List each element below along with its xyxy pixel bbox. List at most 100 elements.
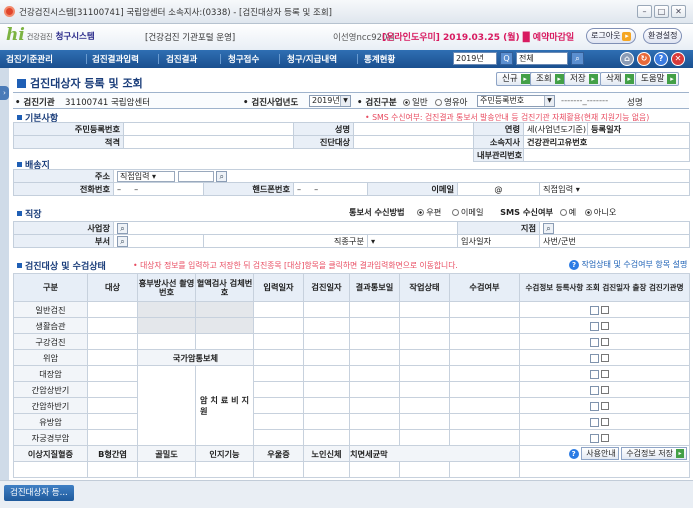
calendar-icon[interactable] xyxy=(590,401,599,411)
target-cell[interactable] xyxy=(87,413,138,430)
target-cell[interactable] xyxy=(87,381,138,398)
target-cell[interactable] xyxy=(87,429,138,446)
address-type-select[interactable]: 직접입력 ▾ xyxy=(117,170,175,182)
menu-item-result-input[interactable]: 검진결과입력 xyxy=(92,53,139,65)
taskbar-tab-exam-registration[interactable]: 검진대상자 등... xyxy=(4,485,74,501)
join-date-cell[interactable]: 입사일자 xyxy=(457,234,540,248)
calendar-icon[interactable] xyxy=(590,353,599,363)
calendar-icon[interactable] xyxy=(590,433,599,443)
table-row[interactable]: 구강검진 xyxy=(13,333,690,350)
exam-type-infant-option[interactable]: 영유아 xyxy=(435,96,467,108)
dept-field[interactable]: ⌕ xyxy=(113,234,204,248)
exam-year-select[interactable]: 2019년 ▼ xyxy=(309,95,351,107)
notice-email-option[interactable]: 이메일 xyxy=(451,207,484,217)
table-row[interactable]: 자궁경부암 xyxy=(13,429,690,446)
id-type-select[interactable]: 주민등록번호 ▼ xyxy=(477,95,555,107)
menu-item-results[interactable]: 검진결과 xyxy=(166,53,197,65)
checkbox[interactable] xyxy=(601,354,609,362)
id-number-input[interactable]: -------_------- xyxy=(561,96,608,106)
calendar-icon[interactable] xyxy=(590,417,599,427)
save-button[interactable]: 저장 ▸ xyxy=(564,72,601,86)
zip-field[interactable] xyxy=(177,170,214,182)
portal-link[interactable]: [건강검진 기관포털 운영] xyxy=(145,31,235,43)
phone-field[interactable]: – – xyxy=(113,182,204,196)
email-field[interactable]: @ xyxy=(457,182,540,196)
menu-item-stats[interactable]: 통계현황 xyxy=(364,53,395,65)
emp-no-cell[interactable]: 사번/군번 xyxy=(539,234,690,248)
exam-type-general-option[interactable]: 일반 xyxy=(403,96,428,108)
target-cell[interactable] xyxy=(87,365,138,382)
search-icon[interactable]: ⌕ xyxy=(117,222,128,234)
legend-link[interactable]: ? 작업상태 및 수검여부 항목 설명 xyxy=(569,259,687,270)
table-row[interactable]: 일반검진 xyxy=(13,301,690,318)
table-row[interactable]: 대장암 암 치 료 비 지 원 xyxy=(13,365,690,446)
online-helper-notice[interactable]: [온라인도우미] 2019.03.25 (월) █ 예약마감일 xyxy=(382,30,574,43)
checkbox[interactable] xyxy=(601,338,609,346)
menu-item-criteria[interactable]: 검진기준관리 xyxy=(6,53,53,65)
target-cell[interactable] xyxy=(87,349,138,366)
table-row[interactable] xyxy=(13,461,690,478)
table-row[interactable]: 위암 국가암통보체 xyxy=(13,349,690,366)
table-row[interactable]: 생활습관 xyxy=(13,317,690,334)
maximize-button[interactable]: □ xyxy=(654,5,669,18)
logout-button[interactable]: 로그아웃 ▸ xyxy=(586,28,637,44)
checkbox[interactable] xyxy=(601,418,609,426)
checkbox[interactable] xyxy=(601,386,609,394)
checkbox[interactable] xyxy=(601,434,609,442)
search-icon[interactable]: ⌕ xyxy=(543,222,554,234)
exit-icon[interactable]: ✕ xyxy=(671,52,685,66)
menu-item-payment[interactable]: 청구/지급내역 xyxy=(287,53,337,65)
target-cell[interactable] xyxy=(87,397,138,414)
target-cell[interactable] xyxy=(87,317,138,334)
checkbox[interactable] xyxy=(601,322,609,330)
delete-button[interactable]: 삭제 ▸ xyxy=(600,72,637,86)
table-row[interactable]: 유방암 xyxy=(13,413,690,430)
table-row[interactable]: 간암상반기 xyxy=(13,381,690,398)
checkbox[interactable] xyxy=(601,370,609,378)
refresh-icon[interactable]: ↻ xyxy=(637,52,651,66)
checkbox[interactable] xyxy=(601,306,609,314)
notice-post-option[interactable]: 우편 xyxy=(417,207,441,217)
usage-guide-button[interactable]: 사용안내 xyxy=(581,447,619,460)
target-cell[interactable] xyxy=(87,301,138,318)
year-dropdown-icon[interactable]: Q xyxy=(500,52,513,65)
scope-select[interactable]: 전체 xyxy=(516,52,568,65)
address-field[interactable]: 직접입력 ▾ ⌕ xyxy=(112,169,691,183)
help-button[interactable]: 도움말 ▸ xyxy=(635,72,680,86)
menu-item-claim[interactable]: 청구접수 xyxy=(228,53,259,65)
calendar-icon[interactable] xyxy=(590,385,599,395)
home-icon[interactable]: ⌂ xyxy=(620,52,634,66)
search-icon[interactable]: ⌕ xyxy=(571,52,584,65)
close-button[interactable]: ✕ xyxy=(671,5,686,18)
position-select[interactable]: ▾ xyxy=(367,234,458,248)
name-field[interactable] xyxy=(353,122,474,136)
reg-date-field[interactable]: 등록일자 xyxy=(587,122,690,136)
new-button[interactable]: 신규 ▸ xyxy=(496,72,533,86)
expand-handle-icon[interactable]: › xyxy=(0,86,9,100)
year-select[interactable]: 2019년 xyxy=(453,52,497,65)
mobile-field[interactable]: – – xyxy=(293,182,368,196)
help-icon[interactable]: ? xyxy=(654,52,668,66)
target-cell[interactable] xyxy=(87,333,138,350)
save-exam-info-button[interactable]: 수검정보 저장 ▸ xyxy=(621,447,687,460)
internal-no-field[interactable] xyxy=(523,148,690,162)
rrn-field[interactable] xyxy=(123,122,294,136)
minimize-button[interactable]: – xyxy=(637,5,652,18)
search-icon[interactable]: ⌕ xyxy=(117,235,128,247)
xray-cell[interactable] xyxy=(137,301,196,318)
sms-no-option[interactable]: 아니오 xyxy=(584,207,616,217)
calendar-icon[interactable] xyxy=(590,321,599,331)
settings-button[interactable]: 환경설정 xyxy=(643,28,683,44)
blood-cell[interactable] xyxy=(195,301,254,318)
search-icon[interactable]: ⌕ xyxy=(216,170,228,182)
checkbox[interactable] xyxy=(601,402,609,410)
search-button[interactable]: 조회 ▸ xyxy=(530,72,567,86)
calendar-icon[interactable] xyxy=(590,337,599,347)
table-row[interactable]: 간암하반기 xyxy=(13,397,690,414)
calendar-icon[interactable] xyxy=(590,369,599,379)
company-field[interactable]: ⌕ xyxy=(113,221,458,235)
sms-yes-option[interactable]: 예 xyxy=(559,207,576,217)
calendar-icon[interactable] xyxy=(590,305,599,315)
branch-field[interactable]: ⌕ xyxy=(539,221,690,235)
email-domain-select[interactable]: 직접입력 ▾ xyxy=(538,182,691,196)
